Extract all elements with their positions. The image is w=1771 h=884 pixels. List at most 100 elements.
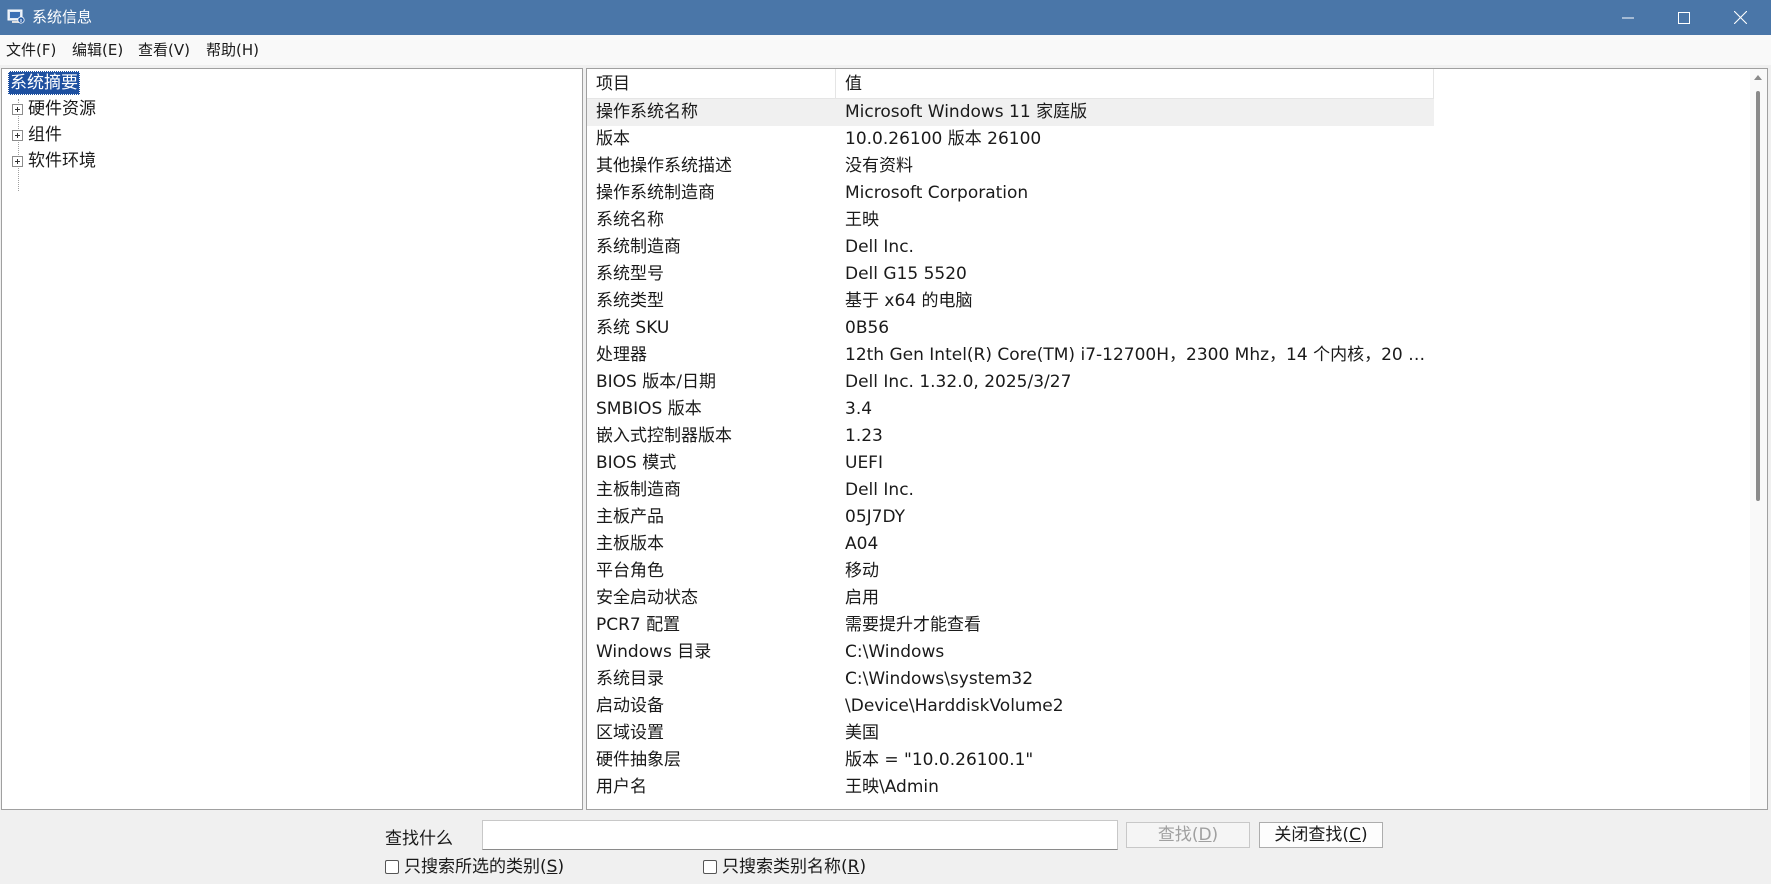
cell-item: 平台角色 [596,561,664,581]
scroll-thumb[interactable] [1756,91,1760,501]
cell-item: 处理器 [596,345,647,365]
table-row[interactable]: 系统制造商 Dell Inc. [587,234,1747,261]
expand-icon[interactable] [12,130,23,141]
table-row[interactable]: 系统 SKU 0B56 [587,315,1747,342]
cell-value: 美国 [845,723,879,743]
cell-item: BIOS 模式 [596,453,677,473]
cell-value: Microsoft Corporation [845,183,1029,203]
table-row[interactable]: 区域设置 美国 [587,720,1747,747]
cell-value: 05J7DY [845,507,906,527]
table-row[interactable]: 硬件抽象层 版本 = "10.0.26100.1" [587,747,1747,774]
table-row[interactable]: 操作系统制造商 Microsoft Corporation [587,180,1747,207]
title-bar: 系统信息 [0,0,1771,35]
close-button[interactable] [1712,0,1768,35]
maximize-icon [1678,11,1690,24]
close-find-button[interactable]: 关闭查找(C) [1259,822,1383,848]
table-row[interactable]: 平台角色 移动 [587,558,1747,585]
checkbox-accesskey: R [847,857,860,877]
cell-value: 移动 [845,561,879,581]
table-row[interactable]: 嵌入式控制器版本 1.23 [587,423,1747,450]
cell-item: 系统类型 [596,291,664,311]
cell-value: 没有资料 [845,156,913,176]
checkbox-box[interactable] [703,860,717,874]
table-row[interactable]: 其他操作系统描述 没有资料 [587,153,1747,180]
table-row[interactable]: 用户名 王映\Admin [587,774,1747,801]
column-header-value[interactable]: 值 [836,69,1434,99]
table-row[interactable]: BIOS 模式 UEFI [587,450,1747,477]
cell-value: 3.4 [845,399,873,419]
scroll-up-icon[interactable] [1754,75,1762,80]
find-label: 查找什么 [385,829,453,849]
cell-value: 王映\Admin [845,777,939,797]
checkbox-accesskey: S [546,857,558,877]
minimize-button[interactable] [1600,0,1656,35]
menu-edit[interactable]: 编辑(E) [72,41,123,59]
cell-value: \Device\HarddiskVolume2 [845,696,1064,716]
cell-item: 系统名称 [596,210,664,230]
cell-value: 10.0.26100 版本 26100 [845,129,1042,149]
cell-item: 启动设备 [596,696,664,716]
cell-value: Dell Inc. [845,480,914,500]
cell-value: 12th Gen Intel(R) Core(TM) i7-12700H，230… [845,345,1430,365]
table-row[interactable]: 操作系统名称 Microsoft Windows 11 家庭版 [587,99,1434,126]
expand-icon[interactable] [12,104,23,115]
table-row[interactable]: 系统目录 C:\Windows\system32 [587,666,1747,693]
cell-item: 嵌入式控制器版本 [596,426,732,446]
vertical-scrollbar[interactable] [1750,69,1767,809]
cell-item: 硬件抽象层 [596,750,681,770]
cell-value: 王映 [845,210,879,230]
table-row[interactable]: 主板产品 05J7DY [587,504,1747,531]
category-tree[interactable]: 系统摘要 硬件资源 组件 软件环境 [1,68,583,810]
cell-item: PCR7 配置 [596,615,681,635]
cell-item: 其他操作系统描述 [596,156,732,176]
cell-value: C:\Windows [845,642,945,662]
table-row[interactable]: 系统名称 王映 [587,207,1747,234]
cell-value: 需要提升才能查看 [845,615,981,635]
cell-value: Dell G15 5520 [845,264,967,284]
table-row[interactable]: 主板制造商 Dell Inc. [587,477,1747,504]
table-row[interactable]: 主板版本 A04 [587,531,1747,558]
cell-item: 系统目录 [596,669,664,689]
checkbox-box[interactable] [385,860,399,874]
list-rows: 操作系统名称 Microsoft Windows 11 家庭版 版本 10.0.261… [587,99,1747,801]
find-input[interactable] [482,820,1118,850]
cell-item: BIOS 版本/日期 [596,372,716,392]
cell-item: 系统 SKU [596,318,670,338]
table-row[interactable]: Windows 目录 C:\Windows [587,639,1747,666]
menu-file[interactable]: 文件(F) [6,41,56,59]
table-row[interactable]: 启动设备 \Device\HarddiskVolume2 [587,693,1747,720]
cell-value: 基于 x64 的电脑 [845,291,973,311]
table-row[interactable]: 处理器 12th Gen Intel(R) Core(TM) i7-12700H，… [587,342,1747,369]
cell-value: Dell Inc. [845,237,914,257]
find-button-accesskey: D [1198,825,1212,845]
cell-item: 主板产品 [596,507,664,527]
cell-item: Windows 目录 [596,642,712,662]
tree-item-label: 组件 [28,125,62,145]
menu-view[interactable]: 查看(V) [138,41,190,59]
cell-value: UEFI [845,453,883,473]
find-button[interactable]: 查找(D) [1126,822,1250,848]
cell-item: SMBIOS 版本 [596,399,702,419]
cell-item: 操作系统名称 [596,102,698,122]
cell-value: 0B56 [845,318,890,338]
table-row[interactable]: BIOS 版本/日期 Dell Inc. 1.32.0, 2025/3/27 [587,369,1747,396]
details-list[interactable]: 项目 值 操作系统名称 Microsoft Windows 11 家庭版 版本 10.… [586,68,1768,810]
maximize-button[interactable] [1656,0,1712,35]
column-header-item[interactable]: 项目 [587,69,836,99]
cell-value: 启用 [845,588,879,608]
table-row[interactable]: SMBIOS 版本 3.4 [587,396,1747,423]
table-row[interactable]: 版本 10.0.26100 版本 26100 [587,126,1747,153]
checkbox-label: 只搜索类别名称 [722,857,841,877]
table-row[interactable]: 系统类型 基于 x64 的电脑 [587,288,1747,315]
expand-icon[interactable] [12,156,23,167]
cell-item: 用户名 [596,777,647,797]
cell-value: Dell Inc. 1.32.0, 2025/3/27 [845,372,1072,392]
table-row[interactable]: 安全启动状态 启用 [587,585,1747,612]
cell-value: 版本 = "10.0.26100.1" [845,750,1034,770]
table-row[interactable]: PCR7 配置 需要提升才能查看 [587,612,1747,639]
close-find-accesskey: C [1349,825,1361,845]
table-row[interactable]: 系统型号 Dell G15 5520 [587,261,1747,288]
menu-help[interactable]: 帮助(H) [206,41,259,59]
find-button-label: 查找 [1157,825,1192,845]
list-header: 项目 值 [587,69,1434,99]
